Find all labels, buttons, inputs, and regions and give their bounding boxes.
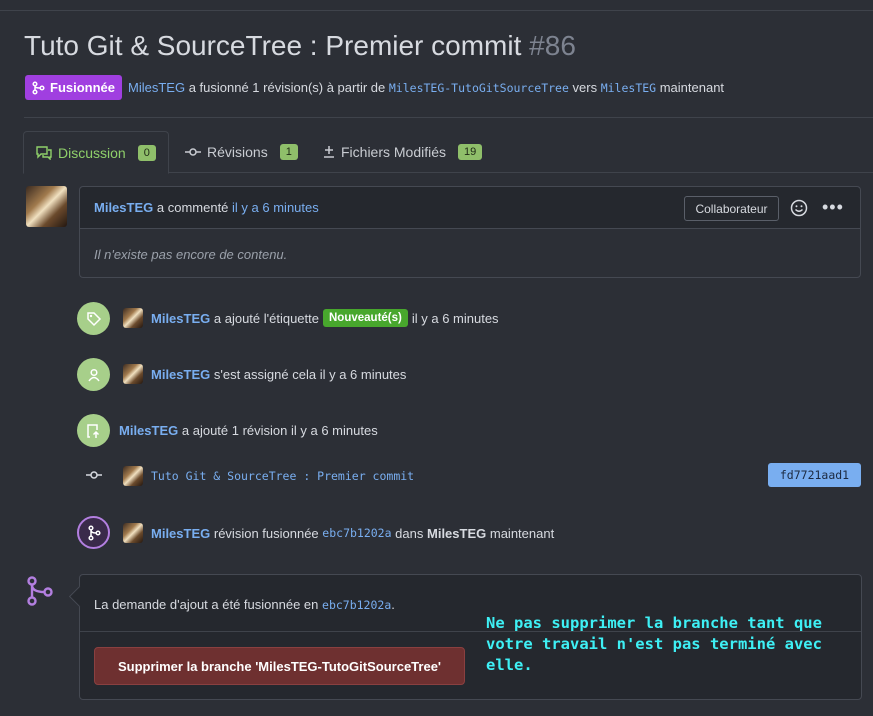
merge-event: MilesTEG révision fusionnée ebc7b1202a d… <box>123 523 554 543</box>
commit-hash-button[interactable]: fd7721aad1 <box>768 463 861 487</box>
commit-row: Tuto Git & SourceTree : Premier commit <box>123 466 414 486</box>
status-badge: Fusionnée <box>25 75 123 100</box>
page-title: Tuto Git & SourceTree : Premier commit #… <box>24 30 576 62</box>
source-branch[interactable]: MilesTEG-TutoGitSourceTree <box>389 81 569 95</box>
tab-revisions-count: 1 <box>279 144 298 160</box>
annotation-note: Ne pas supprimer la branche tant que vot… <box>486 614 822 674</box>
tab-files[interactable]: Fichiers Modifiés 19 <box>323 131 483 173</box>
comment-header: MilesTEG a commenté il y a 6 minutes Col… <box>80 187 860 229</box>
to-word: vers <box>572 80 598 95</box>
pr-number: #86 <box>529 30 576 61</box>
merge-event-icon <box>77 516 110 549</box>
merge-when: maintenant <box>489 525 555 541</box>
merge-commit-link[interactable]: ebc7b1202a <box>322 598 391 612</box>
commit-message[interactable]: Tuto Git & SourceTree : Premier commit <box>151 469 414 483</box>
event-user[interactable]: MilesTEG <box>151 367 210 382</box>
comment-author[interactable]: MilesTEG <box>94 200 153 215</box>
comment-action: a commenté <box>156 200 229 215</box>
event-action: révision fusionnée <box>213 525 319 541</box>
tab-discussion-label: Discussion <box>58 144 126 161</box>
commit-icon <box>86 471 102 479</box>
tab-revisions[interactable]: Révisions 1 <box>185 131 298 173</box>
in-word: dans <box>395 525 424 541</box>
merge-icon <box>32 80 45 95</box>
merge-text: a fusionné 1 révision(s) à partir de <box>188 80 386 95</box>
header-divider <box>24 117 873 118</box>
comment-body: Il n'existe pas encore de contenu. <box>94 247 288 262</box>
assign-event: MilesTEG s'est assigné cela il y a 6 min… <box>123 364 406 384</box>
merge-icon <box>27 576 53 606</box>
avatar[interactable] <box>123 466 143 486</box>
event-user[interactable]: MilesTEG <box>151 311 210 326</box>
merge-commit-link[interactable]: ebc7b1202a <box>322 526 391 540</box>
event-time: il y a 6 minutes <box>411 310 499 326</box>
author-link[interactable]: MilesTEG <box>128 80 185 95</box>
tab-bar: Discussion 0 Révisions 1 Fichiers Modifi… <box>23 131 873 174</box>
tab-files-label: Fichiers Modifiés <box>341 144 447 160</box>
status-label: Fusionnée <box>50 80 116 95</box>
event-user[interactable]: MilesTEG <box>151 526 210 541</box>
delete-branch-button[interactable]: Supprimer la branche 'MilesTEG-TutoGitSo… <box>94 647 465 685</box>
avatar[interactable] <box>123 308 143 328</box>
event-user[interactable]: MilesTEG <box>119 423 178 438</box>
tab-discussion-count: 0 <box>137 144 156 161</box>
merge-branch: MilesTEG <box>427 525 487 541</box>
tab-files-count: 19 <box>458 144 483 160</box>
label-badge[interactable]: Nouveauté(s) <box>323 309 408 327</box>
comment-icon <box>36 145 52 160</box>
comment-time[interactable]: il y a 6 minutes <box>232 200 319 215</box>
merge-period: . <box>391 597 395 612</box>
target-branch[interactable]: MilesTEG <box>601 81 656 95</box>
comment-box: MilesTEG a commenté il y a 6 minutes Col… <box>79 186 861 278</box>
person-icon <box>77 358 110 391</box>
event-text: s'est assigné cela il y a 6 minutes <box>213 366 407 382</box>
avatar[interactable] <box>123 364 143 384</box>
tab-discussion[interactable]: Discussion 0 <box>23 131 169 174</box>
repo-push-icon <box>77 414 110 447</box>
commit-icon <box>185 148 201 156</box>
role-badge: Collaborateur <box>684 196 779 221</box>
more-options-icon[interactable]: ••• <box>822 197 844 218</box>
reaction-icon[interactable] <box>790 199 808 220</box>
event-text: a ajouté 1 révision il y a 6 minutes <box>181 422 378 438</box>
avatar[interactable] <box>26 186 67 227</box>
diff-icon <box>324 146 334 158</box>
merge-status-label: La demande d'ajout a été fusionnée en <box>94 597 319 612</box>
tab-revisions-label: Révisions <box>207 144 268 160</box>
merge-status-text: La demande d'ajout a été fusionnée en eb… <box>94 597 395 612</box>
revision-event: MilesTEG a ajouté 1 révision il y a 6 mi… <box>119 420 378 440</box>
label-event: MilesTEG a ajouté l'étiquette Nouveauté(… <box>123 308 499 328</box>
pr-title: Tuto Git & SourceTree : Premier commit <box>24 30 522 61</box>
top-divider <box>0 10 873 11</box>
pr-meta: Fusionnée MilesTEG a fusionné 1 révision… <box>25 75 724 100</box>
merge-when: maintenant <box>659 80 725 95</box>
event-action: a ajouté l'étiquette <box>213 310 319 326</box>
tag-icon <box>77 302 110 335</box>
avatar[interactable] <box>123 523 143 543</box>
